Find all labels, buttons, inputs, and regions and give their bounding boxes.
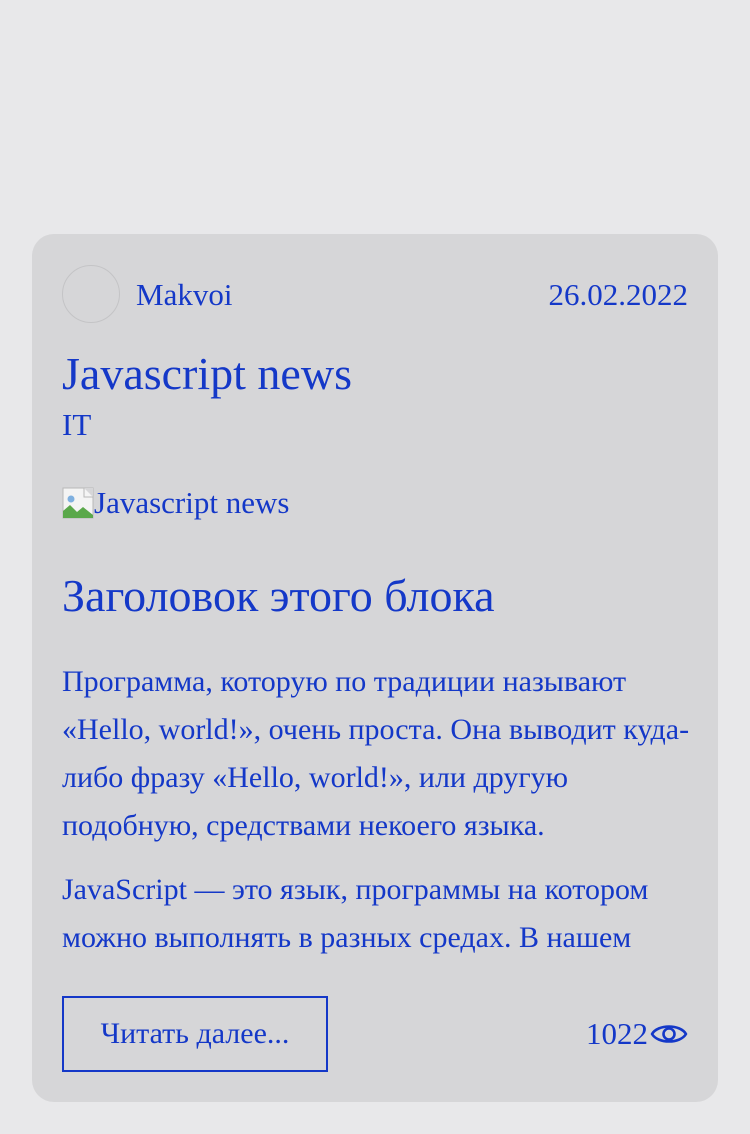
post-category: IT — [62, 407, 92, 442]
post-title: Javascript news — [62, 348, 352, 399]
broken-image-icon — [62, 487, 94, 519]
block-heading: Заголовок этого блока — [62, 570, 495, 621]
paragraph: JavaScript — это язык, программы на кото… — [62, 873, 649, 954]
author[interactable]: Makvoi — [62, 265, 232, 323]
views-counter: 1022 — [586, 1016, 688, 1052]
eye-icon — [650, 1025, 688, 1043]
author-name[interactable]: Makvoi — [136, 279, 232, 310]
post-header: Makvoi 26.02.2022 — [62, 264, 688, 324]
post-excerpt: Программа, которую по традиции называют … — [62, 658, 690, 960]
image-alt-text: Javascript news — [94, 485, 290, 520]
paragraph: Программа, которую по традиции называют … — [62, 665, 690, 842]
post-footer: Читать далее... 1022 — [62, 996, 688, 1072]
post-card: Makvoi 26.02.2022 Javascript news IT Jav… — [32, 234, 718, 1102]
post-date: 26.02.2022 — [548, 276, 689, 312]
post-image: Javascript news — [62, 484, 289, 521]
views-count: 1022 — [586, 1016, 648, 1051]
avatar[interactable] — [62, 265, 120, 323]
read-more-button[interactable]: Читать далее... — [62, 996, 328, 1072]
